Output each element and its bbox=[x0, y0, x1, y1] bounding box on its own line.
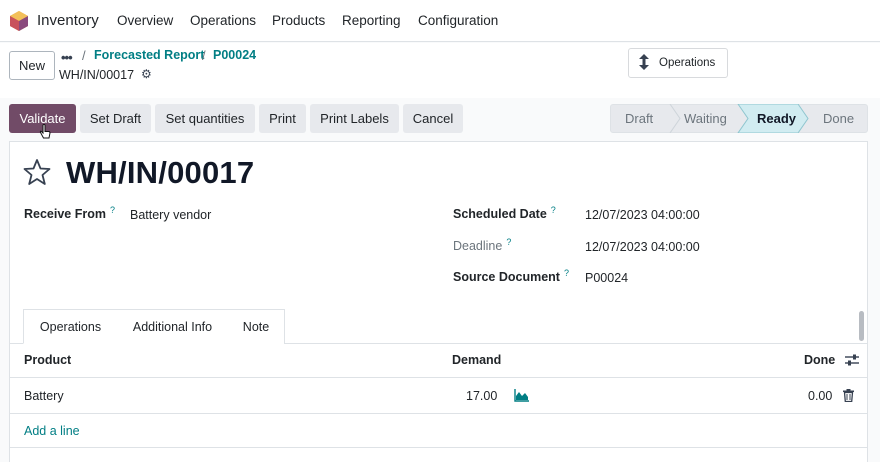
inventory-app-icon[interactable] bbox=[10, 11, 28, 31]
column-header-demand[interactable]: Demand bbox=[452, 353, 501, 367]
set-draft-button[interactable]: Set Draft bbox=[80, 104, 151, 133]
app-name[interactable]: Inventory bbox=[37, 12, 99, 29]
column-header-product[interactable]: Product bbox=[24, 353, 71, 367]
arrows-vertical-icon bbox=[629, 53, 659, 73]
add-a-line-link[interactable]: Add a line bbox=[24, 424, 80, 438]
set-quantities-button[interactable]: Set quantities bbox=[155, 104, 255, 133]
menu-configuration[interactable]: Configuration bbox=[418, 13, 498, 28]
trash-icon[interactable] bbox=[843, 389, 854, 402]
source-document-field[interactable]: P00024 bbox=[585, 271, 628, 285]
tab-operations[interactable]: Operations bbox=[23, 309, 118, 344]
menu-reporting[interactable]: Reporting bbox=[342, 13, 401, 28]
cell-demand: 17.00 bbox=[466, 389, 498, 403]
tab-additional-info[interactable]: Additional Info bbox=[117, 309, 229, 344]
column-header-done[interactable]: Done bbox=[804, 353, 835, 367]
breadcrumb-p00024[interactable]: P00024 bbox=[213, 48, 256, 62]
print-button[interactable]: Print bbox=[259, 104, 306, 133]
source-document-label: Source Document? bbox=[453, 268, 569, 284]
breadcrumb-separator: / bbox=[202, 48, 206, 63]
smart-button-label: Operations bbox=[659, 57, 716, 69]
breadcrumb-separator: / bbox=[82, 48, 86, 63]
menu-products[interactable]: Products bbox=[272, 13, 325, 28]
breadcrumb-more-icon[interactable]: ••• bbox=[61, 50, 73, 65]
record-name: WH/IN/00017 bbox=[59, 68, 135, 82]
page-title: WH/IN/00017 bbox=[66, 155, 255, 190]
tab-note[interactable]: Note bbox=[228, 309, 285, 344]
receive-from-field[interactable]: Battery vendor bbox=[130, 208, 211, 222]
gear-icon[interactable]: ⚙ bbox=[141, 67, 152, 81]
status-ready[interactable]: Ready bbox=[757, 111, 796, 126]
status-bar: Draft Waiting Ready Done bbox=[610, 104, 868, 133]
receive-from-label: Receive From? bbox=[24, 205, 115, 221]
cancel-button[interactable]: Cancel bbox=[403, 104, 463, 133]
star-icon[interactable] bbox=[23, 158, 51, 186]
print-labels-button[interactable]: Print Labels bbox=[310, 104, 399, 133]
status-waiting[interactable]: Waiting bbox=[684, 111, 727, 126]
status-draft[interactable]: Draft bbox=[625, 111, 653, 126]
menu-overview[interactable]: Overview bbox=[117, 13, 173, 28]
deadline-label: Deadline? bbox=[453, 237, 512, 253]
forecast-chart-icon[interactable] bbox=[514, 389, 529, 402]
status-done[interactable]: Done bbox=[823, 111, 854, 126]
hand-cursor-icon bbox=[39, 124, 51, 139]
row-divider bbox=[10, 377, 867, 378]
cell-done[interactable]: 0.00 bbox=[808, 389, 832, 403]
row-divider bbox=[10, 413, 867, 414]
scheduled-date-field[interactable]: 12/07/2023 04:00:00 bbox=[585, 208, 700, 222]
deadline-field[interactable]: 12/07/2023 04:00:00 bbox=[585, 240, 700, 254]
menu-operations[interactable]: Operations bbox=[190, 13, 256, 28]
operations-smart-button[interactable]: Operations bbox=[628, 48, 728, 78]
new-button[interactable]: New bbox=[9, 51, 55, 80]
scrollbar[interactable] bbox=[859, 311, 864, 341]
breadcrumb-forecasted-report[interactable]: Forecasted Report bbox=[94, 48, 204, 62]
cell-product: Battery bbox=[24, 389, 64, 403]
scheduled-date-label: Scheduled Date? bbox=[453, 205, 556, 221]
column-settings-icon[interactable] bbox=[845, 354, 859, 366]
row-divider bbox=[10, 447, 867, 448]
